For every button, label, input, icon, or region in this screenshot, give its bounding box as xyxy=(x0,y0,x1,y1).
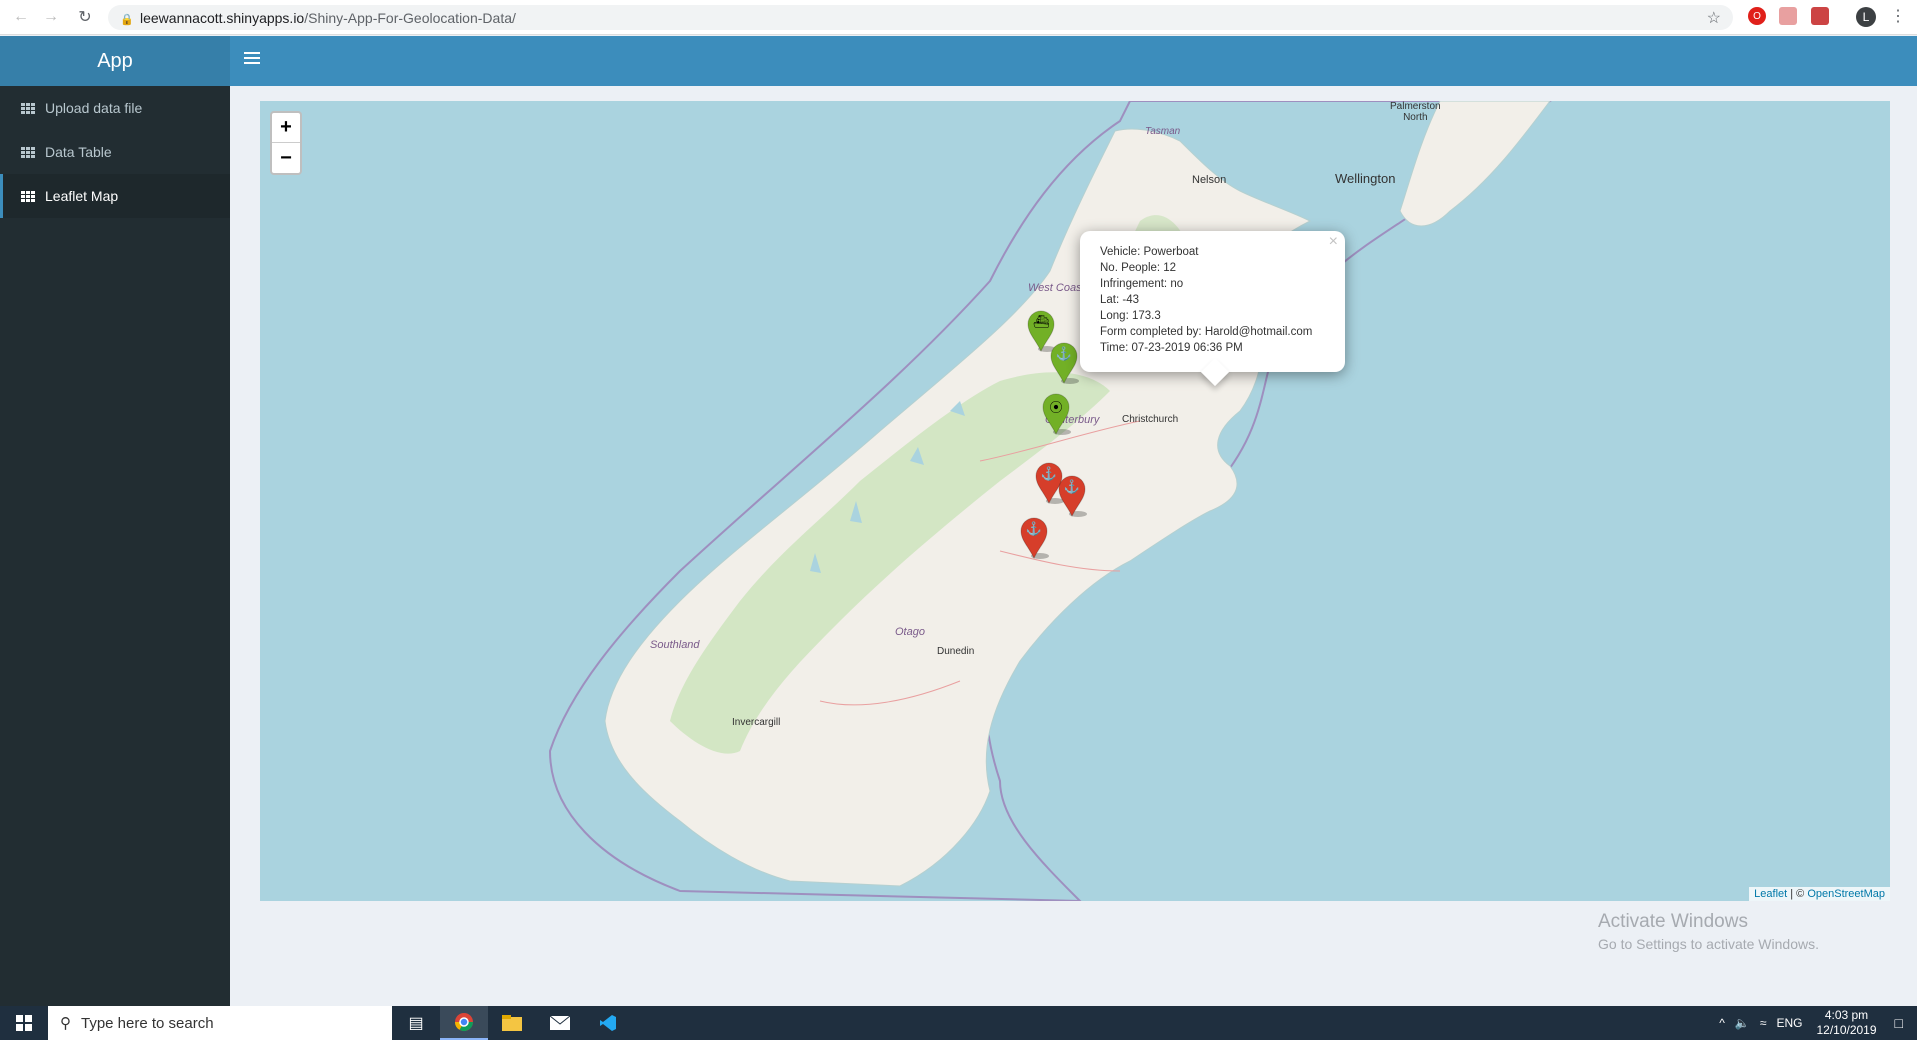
leaflet-link[interactable]: Leaflet xyxy=(1754,888,1787,900)
popup-close-button[interactable]: × xyxy=(1329,234,1338,250)
tray-chevron-icon[interactable]: ^ xyxy=(1719,1016,1725,1030)
marker-anchor-red-3[interactable]: ⚓ xyxy=(1018,516,1050,560)
back-icon[interactable]: ← xyxy=(6,2,36,32)
windows-taskbar: ⚲ Type here to search ▤ ^ 🔈 ≈ ENG 4:03 p… xyxy=(0,1006,1917,1040)
place-label-invercargill: Invercargill xyxy=(732,717,781,728)
clock-time: 4:03 pm xyxy=(1824,1008,1869,1022)
profile-avatar[interactable]: L xyxy=(1856,7,1876,27)
forward-icon[interactable]: → xyxy=(36,2,66,32)
taskbar-clock[interactable]: 4:03 pm 12/10/2019 xyxy=(1816,1008,1876,1038)
sidebar-item-upload-data-file[interactable]: Upload data file xyxy=(0,86,230,130)
bookmark-star-icon[interactable]: ☆ xyxy=(1707,8,1721,28)
place-text: Palmerston North xyxy=(1390,101,1441,123)
browser-menu-icon[interactable]: ⋮ xyxy=(1890,6,1906,26)
top-navbar xyxy=(230,36,1917,86)
marker-popup: × Vehicle: Powerboat No. People: 12 Infr… xyxy=(1080,231,1345,387)
place-label-palmerston: Palmerston North xyxy=(1390,101,1441,123)
taskbar-search-input[interactable]: ⚲ Type here to search xyxy=(48,1006,392,1040)
zoom-in-button[interactable]: + xyxy=(272,113,300,143)
ship-icon: ⛴ xyxy=(1032,314,1050,329)
activate-windows-watermark: Activate Windows Go to Settings to activ… xyxy=(1598,911,1819,952)
table-icon xyxy=(21,102,35,114)
marker-compass-green[interactable]: ⦿ xyxy=(1040,392,1072,436)
sidebar-item-leaflet-map[interactable]: Leaflet Map xyxy=(0,174,230,218)
popup-time: Time: 07-23-2019 06:36 PM xyxy=(1100,342,1243,354)
clock-date: 12/10/2019 xyxy=(1816,1023,1877,1037)
chrome-icon[interactable] xyxy=(440,1006,488,1040)
region-label-west-coast: West Coas xyxy=(1028,282,1082,294)
browser-toolbar: ← → ↻ 🔒 leewannacott.shinyapps.io/Shiny-… xyxy=(0,0,1917,35)
zoom-control: + − xyxy=(270,111,302,175)
place-label-christchurch: Christchurch xyxy=(1122,414,1179,425)
sidebar-item-data-table[interactable]: Data Table xyxy=(0,130,230,174)
popup-lat: Lat: -43 xyxy=(1100,294,1139,306)
reload-icon[interactable]: ↻ xyxy=(70,2,100,32)
watermark-title: Activate Windows xyxy=(1598,911,1748,932)
volume-icon[interactable]: 🔈 xyxy=(1735,1016,1750,1030)
table-icon xyxy=(21,146,35,158)
sidebar-item-label: Upload data file xyxy=(45,100,143,116)
extension-icon[interactable] xyxy=(1779,7,1797,25)
url-host: leewannacott.shinyapps.io xyxy=(140,9,305,26)
popup-people: No. People: 12 xyxy=(1100,262,1177,274)
pdf-extension-icon[interactable] xyxy=(1811,7,1829,25)
notifications-icon[interactable]: □ xyxy=(1895,1015,1903,1031)
region-label-southland: Southland xyxy=(650,639,700,651)
opera-extension-icon[interactable]: O xyxy=(1748,7,1766,25)
mail-icon[interactable] xyxy=(536,1006,584,1040)
osm-link[interactable]: OpenStreetMap xyxy=(1807,888,1885,900)
popup-long: Long: 173.3 xyxy=(1100,310,1161,322)
wifi-icon[interactable]: ≈ xyxy=(1760,1016,1767,1030)
system-tray: ^ 🔈 ≈ ENG 4:03 pm 12/10/2019 □ xyxy=(1719,1006,1917,1040)
table-icon xyxy=(21,190,35,202)
lock-icon: 🔒 xyxy=(120,13,134,26)
region-label-tasman: Tasman xyxy=(1145,126,1181,137)
sidebar-item-label: Leaflet Map xyxy=(45,188,119,204)
search-placeholder: Type here to search xyxy=(81,1014,214,1032)
place-label-dunedin: Dunedin xyxy=(937,646,975,657)
sidebar-toggle-icon[interactable] xyxy=(244,52,260,66)
app-logo[interactable]: App xyxy=(0,36,230,86)
popup-vehicle: Vehicle: Powerboat xyxy=(1100,246,1199,258)
language-indicator[interactable]: ENG xyxy=(1776,1016,1802,1030)
popup-completed-by: Form completed by: Harold@hotmail.com xyxy=(1100,326,1313,338)
anchor-icon: ⚓ xyxy=(1025,521,1043,536)
windows-start-icon[interactable] xyxy=(0,1006,48,1040)
marker-anchor-green[interactable]: ⚓ xyxy=(1048,341,1080,385)
vscode-icon[interactable] xyxy=(584,1006,632,1040)
url-path: /Shiny-App-For-Geolocation-Data/ xyxy=(304,9,516,26)
sidebar: Upload data file Data Table Leaflet Map xyxy=(0,86,230,1006)
leaflet-map[interactable]: Palmerston North Wellington Nelson Christ… xyxy=(260,101,1890,901)
popup-infringement: Infringement: no xyxy=(1100,278,1184,290)
anchor-icon: ⚓ xyxy=(1063,479,1081,494)
compass-icon: ⦿ xyxy=(1049,400,1063,415)
attribution-separator: | © xyxy=(1787,888,1808,900)
watermark-subtitle: Go to Settings to activate Windows. xyxy=(1598,936,1819,952)
map-attribution: Leaflet | © OpenStreetMap xyxy=(1749,887,1890,901)
search-icon: ⚲ xyxy=(60,1015,71,1032)
file-explorer-icon[interactable] xyxy=(488,1006,536,1040)
place-label-wellington: Wellington xyxy=(1335,171,1396,186)
zoom-out-button[interactable]: − xyxy=(272,143,300,173)
sidebar-item-label: Data Table xyxy=(45,144,112,160)
anchor-icon: ⚓ xyxy=(1055,346,1073,361)
place-label-nelson: Nelson xyxy=(1192,174,1227,186)
region-label-otago: Otago xyxy=(895,626,925,638)
address-bar[interactable]: 🔒 leewannacott.shinyapps.io/Shiny-App-Fo… xyxy=(108,5,1733,30)
task-view-icon[interactable]: ▤ xyxy=(392,1006,440,1040)
marker-anchor-red-2[interactable]: ⚓ xyxy=(1056,474,1088,518)
